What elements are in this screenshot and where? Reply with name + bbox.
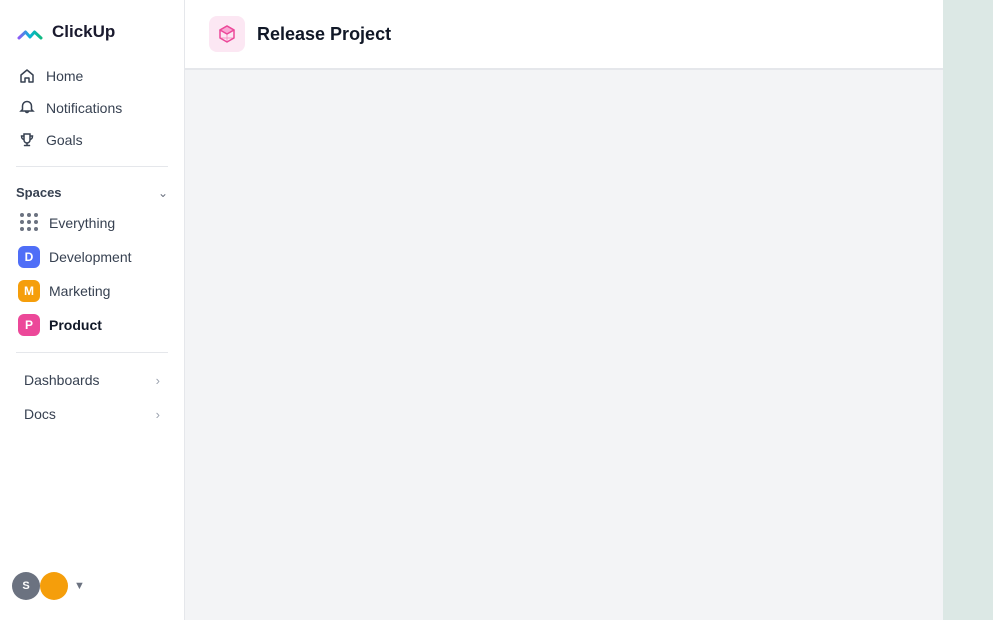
project-icon (209, 16, 245, 52)
everything-dots-icon (18, 212, 40, 234)
space-label-everything: Everything (49, 215, 115, 231)
sidebar-item-docs[interactable]: Docs › (8, 397, 176, 431)
space-label-product: Product (49, 317, 102, 333)
app-name: ClickUp (52, 22, 115, 42)
dashboards-label: Dashboards (24, 372, 100, 388)
space-label-development: Development (49, 249, 132, 265)
right-panel (943, 0, 993, 620)
nav-items: Home Notifications Goals (0, 60, 184, 156)
chevron-right-icon-docs: › (156, 407, 160, 422)
sidebar-item-notifications[interactable]: Notifications (8, 92, 176, 124)
space-badge-product: P (18, 314, 40, 336)
user-dropdown-arrow: ▼ (74, 580, 85, 592)
content-area (185, 69, 943, 620)
space-badge-development: D (18, 246, 40, 268)
space-label-marketing: Marketing (49, 283, 110, 299)
sidebar-item-marketing[interactable]: M Marketing (8, 274, 176, 308)
logo-area[interactable]: ClickUp (0, 0, 184, 60)
divider (16, 166, 168, 167)
main-content: Release Project (185, 0, 943, 620)
sidebar-item-product[interactable]: P Product (8, 308, 176, 342)
avatar: S (12, 572, 40, 600)
spaces-label: Spaces (16, 185, 62, 200)
sidebar-item-goals[interactable]: Goals (8, 124, 176, 156)
clickup-logo-icon (16, 18, 44, 46)
sidebar-item-label-home: Home (46, 68, 83, 84)
sidebar-item-home[interactable]: Home (8, 60, 176, 92)
avatar-secondary (40, 572, 68, 600)
chevron-right-icon-dashboards: › (156, 373, 160, 388)
sidebar-item-label-notifications: Notifications (46, 100, 122, 116)
main-header: Release Project (185, 0, 943, 69)
bell-icon (18, 99, 36, 117)
home-icon (18, 67, 36, 85)
sidebar-item-dashboards[interactable]: Dashboards › (8, 363, 176, 397)
divider-2 (16, 352, 168, 353)
sidebar: ClickUp Home Notifications (0, 0, 185, 620)
trophy-icon (18, 131, 36, 149)
sidebar-item-everything[interactable]: Everything (8, 206, 176, 240)
spaces-header[interactable]: Spaces ⌄ (0, 177, 184, 206)
sidebar-bottom[interactable]: S ▼ (0, 562, 184, 610)
space-badge-marketing: M (18, 280, 40, 302)
chevron-down-icon: ⌄ (158, 186, 168, 200)
docs-label: Docs (24, 406, 56, 422)
sidebar-item-development[interactable]: D Development (8, 240, 176, 274)
sidebar-item-label-goals: Goals (46, 132, 83, 148)
page-title: Release Project (257, 24, 391, 45)
